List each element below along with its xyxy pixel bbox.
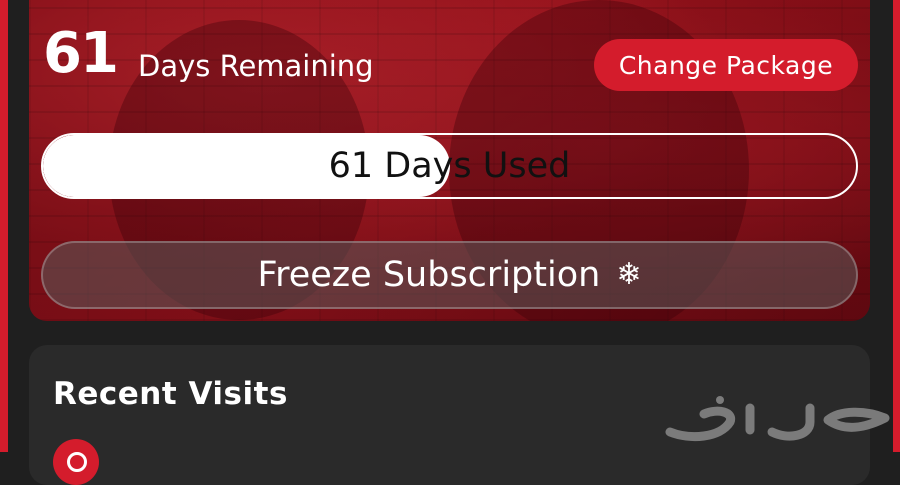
days-used-progress-bar: 61 Days Used <box>41 133 858 199</box>
freeze-subscription-label: Freeze Subscription <box>257 255 601 295</box>
left-accent-border <box>0 0 8 452</box>
days-remaining-number: 61 <box>43 21 119 86</box>
location-pin-icon <box>53 439 99 485</box>
right-accent-border <box>893 0 900 452</box>
freeze-subscription-button[interactable]: Freeze Subscription ❄ <box>41 241 858 309</box>
subscription-card: 61 Days Remaining Change Package 61 Days… <box>29 0 870 321</box>
progress-label: 61 Days Used <box>328 146 571 186</box>
recent-visits-title: Recent Visits <box>53 376 288 412</box>
snowflake-icon: ❄ <box>616 257 642 292</box>
haraj-watermark-logo <box>665 396 890 442</box>
change-package-button[interactable]: Change Package <box>594 39 858 91</box>
days-remaining-label: Days Remaining <box>138 49 374 83</box>
